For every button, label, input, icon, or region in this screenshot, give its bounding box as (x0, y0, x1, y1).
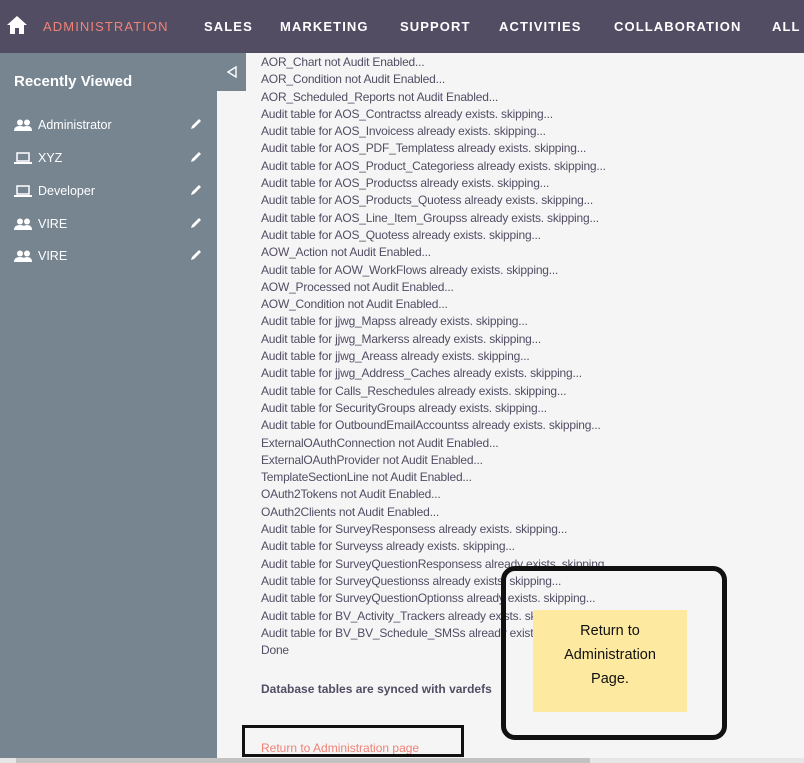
sidebar: Recently Viewed Administrator XYZ Develo… (0, 53, 217, 763)
log-line: Audit table for SecurityGroups already e… (261, 400, 547, 415)
sidebar-item-label: XYZ (38, 151, 63, 165)
log-line: OAuth2Clients not Audit Enabled... (261, 504, 439, 519)
nav-administration[interactable]: ADMINISTRATION (43, 19, 169, 34)
sidebar-item-vire[interactable]: VIRE (14, 216, 204, 236)
pencil-icon[interactable] (190, 217, 202, 229)
log-line: Audit table for SurveyResponsess already… (261, 522, 568, 537)
log-line: AOR_Condition not Audit Enabled... (261, 72, 445, 87)
log-line: Audit table for AOS_Product_Categoriess … (261, 158, 606, 173)
log-line: Audit table for AOS_Products_Quotess alr… (261, 193, 594, 208)
log-line: AOW_Condition not Audit Enabled... (261, 297, 448, 312)
sidebar-item-developer[interactable]: Developer (14, 183, 204, 203)
sidebar-item-label: VIRE (38, 217, 68, 231)
synced-message: Database tables are synced with vardefs (261, 682, 492, 696)
laptop-icon (14, 152, 32, 164)
log-line: Audit table for AOS_Contractss already e… (261, 106, 553, 121)
sidebar-item-vire[interactable]: VIRE (14, 248, 204, 268)
log-line: TemplateSectionLine not Audit Enabled... (261, 470, 472, 485)
log-line: Audit table for AOS_Line_Item_Groupss al… (261, 210, 599, 225)
pencil-icon[interactable] (190, 151, 202, 163)
nav-all[interactable]: ALL (772, 19, 801, 34)
log-line: Audit table for AOS_Invoicess already ex… (261, 124, 546, 139)
sidebar-item-label: Developer (38, 184, 95, 198)
annotation-sticky-note: Return to Administration Page. (533, 610, 687, 712)
nav-sales[interactable]: SALES (204, 19, 253, 34)
scrollbar-thumb[interactable] (16, 758, 590, 763)
sidebar-item-label: VIRE (38, 249, 68, 263)
sidebar-item-xyz[interactable]: XYZ (14, 150, 204, 170)
log-line: Audit table for AOS_PDF_Templatess alrea… (261, 141, 587, 156)
laptop-icon (14, 185, 32, 197)
note-line: Page. (591, 671, 629, 687)
nav-activities[interactable]: ACTIVITIES (499, 19, 582, 34)
highlight-box (242, 725, 464, 757)
users-icon (14, 218, 32, 230)
log-line: Audit table for jjwg_Mapss already exist… (261, 314, 528, 329)
horizontal-scrollbar[interactable] (0, 758, 804, 763)
log-line: AOW_Action not Audit Enabled... (261, 245, 431, 260)
log-line: Audit table for AOS_Quotess already exis… (261, 227, 541, 242)
log-line: AOR_Scheduled_Reports not Audit Enabled.… (261, 89, 499, 104)
top-navigation-bar: ADMINISTRATION SALES MARKETING SUPPORT A… (0, 0, 804, 53)
note-line: Administration (564, 647, 656, 663)
nav-marketing[interactable]: MARKETING (280, 19, 369, 34)
nav-collaboration[interactable]: COLLABORATION (614, 19, 741, 34)
users-icon (14, 119, 32, 131)
log-line: Audit table for AOW_WorkFlows already ex… (261, 262, 559, 277)
sidebar-collapse-button[interactable] (217, 53, 246, 91)
sidebar-item-label: Administrator (38, 118, 112, 132)
log-line: ExternalOAuthConnection not Audit Enable… (261, 435, 499, 450)
log-line: Audit table for jjwg_Address_Caches alre… (261, 366, 582, 381)
nav-support[interactable]: SUPPORT (400, 19, 471, 34)
pencil-icon[interactable] (190, 118, 202, 130)
log-line: Audit table for AOS_Productss already ex… (261, 176, 550, 191)
recently-viewed-heading: Recently Viewed (14, 73, 133, 90)
log-line: Audit table for Calls_Reschedules alread… (261, 383, 567, 398)
home-icon[interactable] (6, 15, 28, 35)
log-line: ExternalOAuthProvider not Audit Enabled.… (261, 452, 483, 467)
note-line: Return to (580, 623, 640, 639)
sidebar-item-administrator[interactable]: Administrator (14, 117, 204, 137)
log-line: AOW_Processed not Audit Enabled... (261, 279, 454, 294)
log-line: Audit table for jjwg_Areass already exis… (261, 349, 530, 364)
log-line: Audit table for jjwg_Markerss already ex… (261, 331, 542, 346)
pencil-icon[interactable] (190, 249, 202, 261)
log-line: Audit table for OutboundEmailAccountss a… (261, 418, 601, 433)
log-line: AOR_Chart not Audit Enabled... (261, 55, 425, 69)
pencil-icon[interactable] (190, 184, 202, 196)
log-line: OAuth2Tokens not Audit Enabled... (261, 487, 441, 502)
users-icon (14, 250, 32, 262)
collapse-arrow-icon (226, 66, 237, 78)
log-line: Audit table for Surveyss already exists.… (261, 539, 515, 554)
